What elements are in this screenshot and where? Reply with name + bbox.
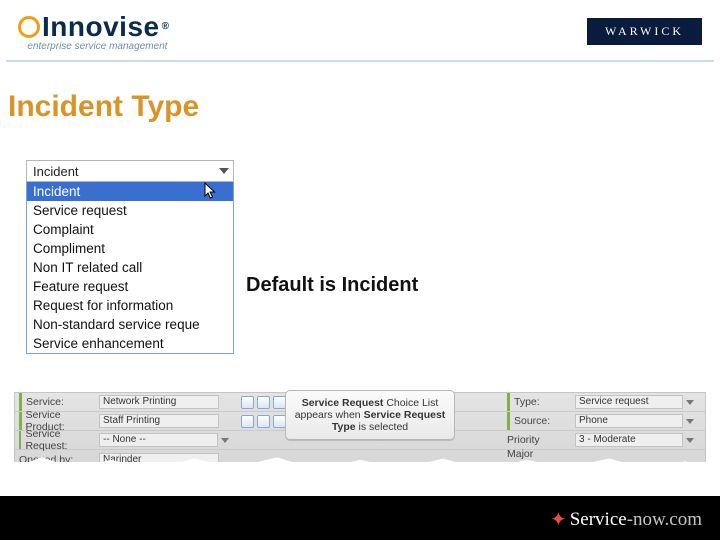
option-non-it[interactable]: Non IT related call: [27, 258, 233, 277]
label-priority: Priority: [507, 434, 540, 446]
star-icon: ✦: [550, 507, 567, 532]
chevron-down-icon[interactable]: [686, 419, 694, 424]
incident-type-select[interactable]: Incident: [26, 160, 234, 182]
callout-strong-1: Service Request: [302, 397, 384, 409]
cursor-icon: [204, 182, 219, 201]
tree-icon[interactable]: [257, 415, 270, 428]
footer-bar: ✦ Service-now.com: [0, 496, 720, 540]
option-enhancement[interactable]: Service enhancement: [27, 334, 233, 353]
brand-tagline: enterprise service management: [18, 41, 167, 52]
header-rule: [6, 60, 714, 62]
option-complaint[interactable]: Complaint: [27, 220, 233, 239]
option-service-request[interactable]: Service request: [27, 201, 233, 220]
default-note: Default is Incident: [246, 274, 418, 297]
registered-mark: ®: [162, 21, 170, 32]
tree-icon[interactable]: [257, 396, 270, 409]
chevron-down-icon[interactable]: [686, 400, 694, 405]
select-value: Incident: [33, 164, 79, 179]
page-title: Incident Type: [8, 90, 199, 124]
ring-icon: [18, 16, 40, 38]
label-source: Source:: [514, 415, 550, 427]
option-nonstandard[interactable]: Non-standard service reque: [27, 315, 233, 334]
label-type: Type:: [514, 396, 540, 408]
callout: Service Request Choice List appears when…: [285, 390, 455, 440]
logo-warwick: WARWICK: [587, 18, 702, 45]
option-incident[interactable]: Incident: [27, 182, 233, 201]
info-icon[interactable]: [273, 415, 286, 428]
chevron-down-icon: [219, 168, 229, 174]
value-service-request[interactable]: -- None --: [99, 433, 218, 447]
incident-type-options[interactable]: Incident Service request Complaint Compl…: [26, 182, 234, 354]
option-compliment[interactable]: Compliment: [27, 239, 233, 258]
value-type[interactable]: Service request: [575, 395, 683, 409]
info-icon[interactable]: [273, 396, 286, 409]
logo-innovise: Innovise® enterprise service management: [18, 11, 169, 52]
label-service: Service:: [26, 396, 64, 408]
lookup-icon[interactable]: [241, 396, 254, 409]
lookup-icon[interactable]: [241, 415, 254, 428]
value-service-product[interactable]: Staff Printing: [99, 414, 219, 428]
value-service[interactable]: Network Printing: [99, 395, 219, 409]
value-priority[interactable]: 3 - Moderate: [575, 433, 683, 447]
option-rfi[interactable]: Request for information: [27, 296, 233, 315]
label-service-request: Service Request:: [25, 428, 91, 452]
logo-servicenow: ✦ Service-now.com: [550, 507, 702, 532]
brand-text: Innovise: [42, 11, 160, 43]
chevron-down-icon[interactable]: [686, 438, 694, 443]
chevron-down-icon[interactable]: [221, 438, 229, 443]
value-source[interactable]: Phone: [575, 414, 683, 428]
option-feature-request[interactable]: Feature request: [27, 277, 233, 296]
callout-text-2: is selected: [359, 421, 409, 433]
